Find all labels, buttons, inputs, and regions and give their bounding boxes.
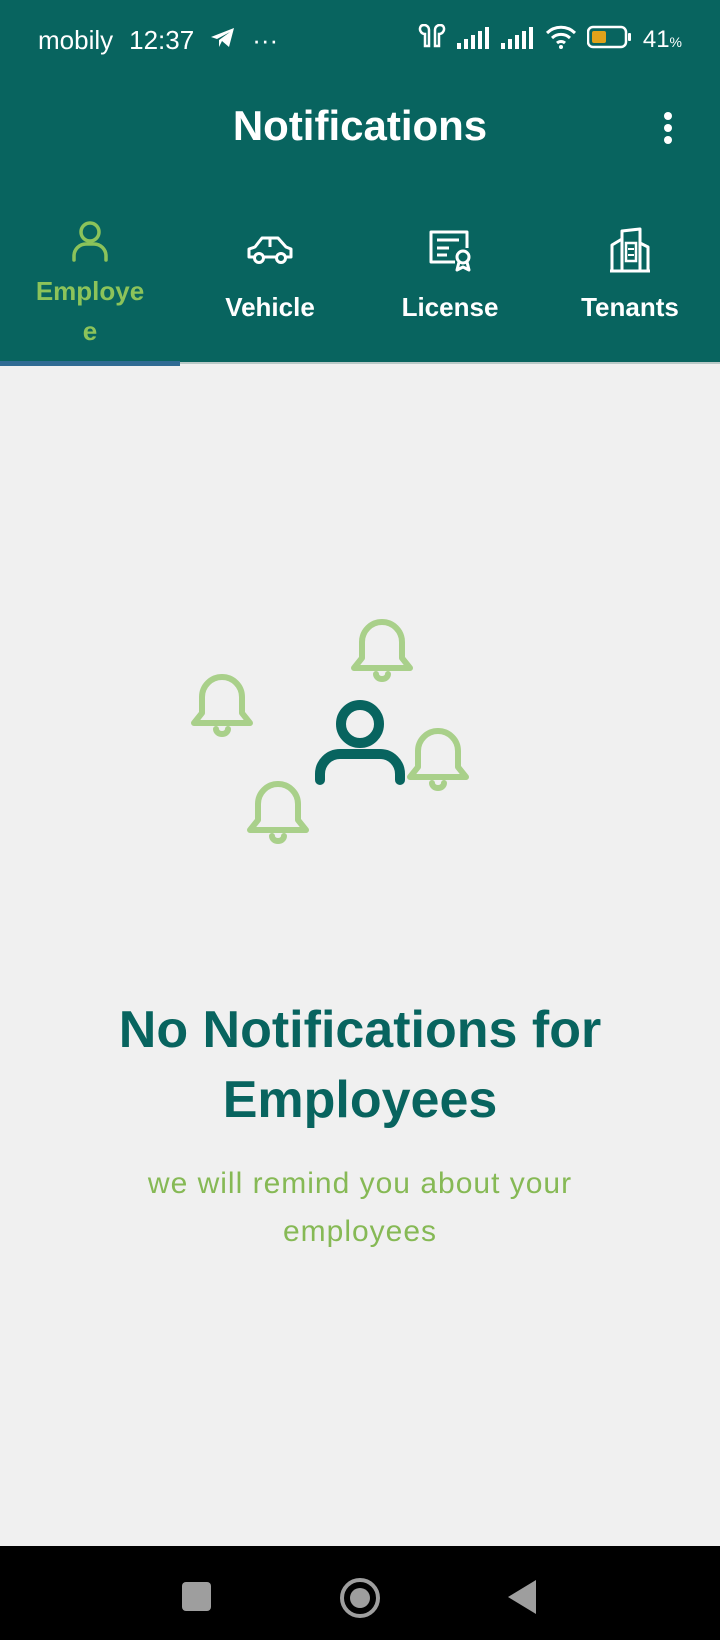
- home-button[interactable]: [340, 1578, 380, 1618]
- more-vert-icon[interactable]: [656, 106, 680, 150]
- page-title: Notifications: [232, 102, 488, 149]
- signal-icon-2: [500, 25, 535, 56]
- tab-license-label: License: [401, 292, 499, 322]
- clock-time: 12:37: [129, 24, 195, 55]
- status-bar: mobily 12:37 ··· 41%: [0, 0, 720, 80]
- certificate-icon: [427, 225, 473, 275]
- app-bar: Notifications: [0, 80, 720, 185]
- empty-state-title: No Notifications for Employees: [118, 1001, 602, 1129]
- recents-button[interactable]: [182, 1582, 211, 1611]
- person-icon: [70, 217, 110, 267]
- buildings-icon: [608, 225, 652, 275]
- tab-bar: Employe e Vehicle License Tenants: [0, 185, 720, 366]
- person-with-bells-icon: [190, 600, 490, 900]
- car-icon: [245, 225, 295, 275]
- telegram-icon: [210, 25, 236, 56]
- overflow-dots: ···: [252, 24, 279, 55]
- tab-tenants-label: Tenants: [581, 292, 679, 322]
- tab-license[interactable]: License: [360, 185, 540, 364]
- tab-vehicle[interactable]: Vehicle: [180, 185, 360, 364]
- battery-icon: [586, 25, 633, 56]
- tab-employee-label: Employe e: [35, 276, 145, 346]
- wifi-icon: [545, 25, 577, 56]
- tab-tenants[interactable]: Tenants: [540, 185, 720, 364]
- tab-vehicle-label: Vehicle: [225, 292, 315, 322]
- empty-state-subtitle: we will remind you about your employees: [147, 1167, 573, 1248]
- battery-percent: 41%: [642, 26, 682, 53]
- tab-employee[interactable]: Employe e: [0, 185, 180, 366]
- active-tab-indicator: [0, 361, 180, 366]
- signal-icon: [456, 25, 491, 56]
- back-button[interactable]: [508, 1580, 536, 1614]
- carrier-name: mobily: [38, 24, 114, 55]
- earbuds-icon: [417, 23, 447, 57]
- system-nav-bar: [0, 1546, 720, 1640]
